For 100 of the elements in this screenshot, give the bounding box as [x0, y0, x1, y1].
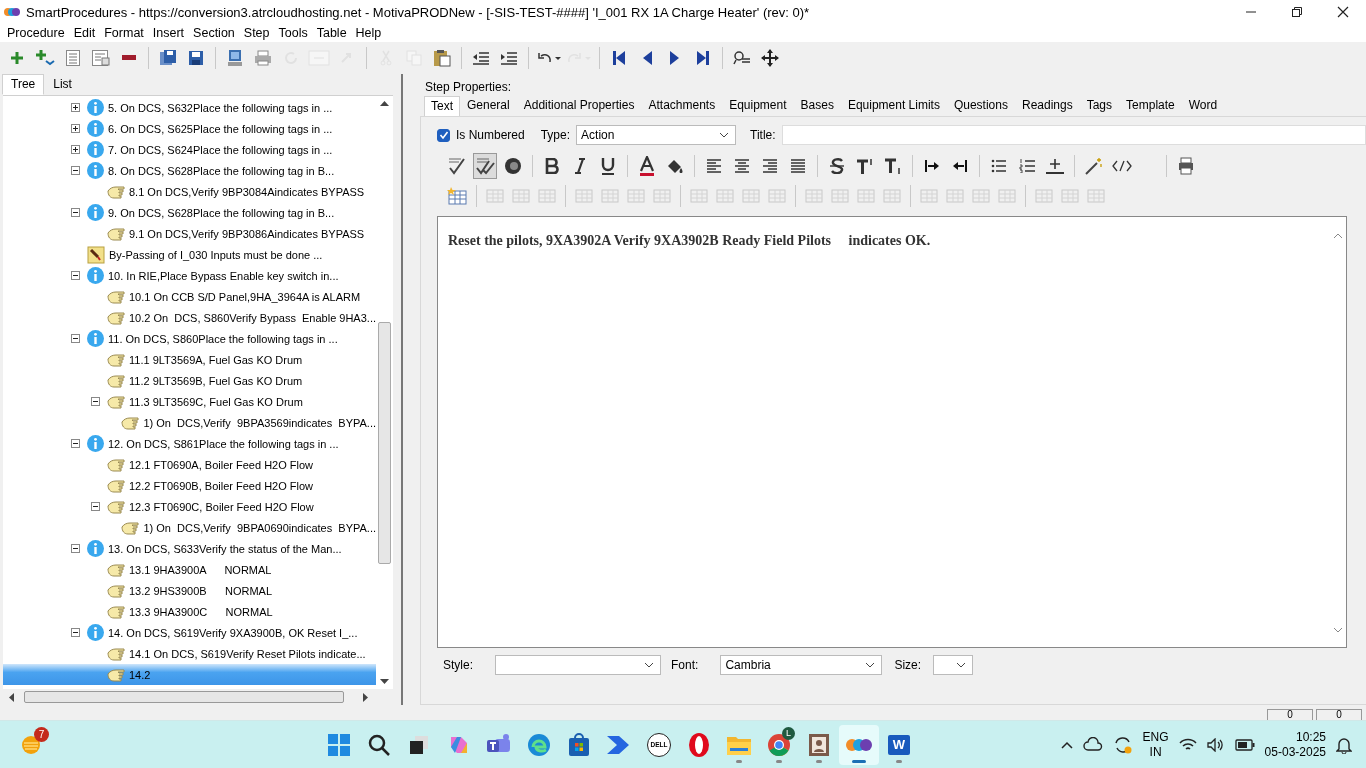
taskbar-app[interactable] — [839, 724, 879, 765]
tree-row[interactable]: 13.2 9HS3900B NORMAL — [3, 580, 376, 601]
properties-tab[interactable]: Attachments — [641, 95, 723, 116]
selected-tree-row[interactable]: 14.2 — [3, 664, 376, 685]
battery-icon[interactable] — [1234, 738, 1255, 751]
menu-item[interactable]: Section — [189, 26, 239, 40]
tree-row[interactable]: By-Passing of I_030 Inputs must be done ... — [3, 244, 376, 265]
scroll-left-icon[interactable] — [8, 692, 14, 702]
sync-icon[interactable] — [1112, 734, 1133, 755]
properties-tab[interactable]: Equipment Limits — [840, 95, 947, 116]
tree-row[interactable]: 6. On DCS, S625Place the following tags in ... — [3, 118, 376, 139]
pane-tab[interactable]: Tree — [2, 74, 45, 95]
scroll-down-icon[interactable] — [380, 679, 389, 685]
notification-bell-icon[interactable] — [1336, 735, 1352, 754]
pane-tab[interactable]: List — [44, 74, 81, 95]
properties-tab[interactable]: Readings — [1014, 95, 1080, 116]
tree-row[interactable]: 13.1 9HA3900A NORMAL — [3, 559, 376, 580]
properties-tab[interactable]: Word — [1181, 95, 1225, 116]
tree-row[interactable]: 1) On DCS,Verify 9BPA3569indicates BYPA... — [3, 412, 376, 433]
tree-item-label: By-Passing of I_030 Inputs must be done ... — [109, 248, 323, 261]
menu-item[interactable]: Step — [239, 26, 274, 40]
menu-item[interactable]: Help — [351, 26, 386, 40]
tree-row[interactable]: 12.1 FT0690A, Boiler Feed H2O Flow — [3, 454, 376, 475]
collapse-icon[interactable] — [71, 439, 80, 448]
tree-row[interactable]: 8. On DCS, S628Place the following tag in B... — [3, 160, 376, 181]
tree-item-label: 10.2 On DCS, S860Verify Bypass Enable 9HA3... — [128, 311, 376, 324]
collapse-icon[interactable] — [91, 502, 100, 511]
collapse-icon[interactable] — [71, 334, 80, 343]
properties-tab[interactable]: Tags — [1079, 95, 1120, 116]
scroll-up-icon[interactable] — [380, 100, 389, 106]
tree-row[interactable]: 14.1 On DCS, S619Verify Reset Pilots indicate... — [3, 643, 376, 664]
tree-row[interactable]: 12.3 FT0690C, Boiler Feed H2O Flow — [3, 496, 376, 517]
tree-row[interactable]: 12.2 FT0690B, Boiler Feed H2O Flow — [3, 475, 376, 496]
browser-icon — [767, 732, 791, 757]
collapse-icon[interactable] — [71, 628, 80, 637]
tree-row[interactable]: 13.3 9HA3900C NORMAL — [3, 601, 376, 622]
tree-item-label: 11.1 9LT3569A, Fuel Gas KO Drum — [129, 353, 303, 366]
pointing-hand-icon — [121, 520, 140, 535]
properties-tab[interactable]: General — [460, 95, 517, 116]
tree-row[interactable]: 9. On DCS, S628Place the following tag in B... — [3, 202, 376, 223]
pointing-hand-icon — [107, 352, 125, 367]
type-dropdown[interactable]: Action — [576, 125, 737, 145]
expand-icon[interactable] — [71, 145, 80, 154]
properties-tab[interactable]: Equipment — [722, 95, 794, 116]
menu-item[interactable]: Format — [100, 26, 148, 40]
section-heading: Step Properties: — [424, 80, 513, 96]
tree-row[interactable]: 11.2 9LT3569B, Fuel Gas KO Drum — [3, 370, 376, 391]
tree-row[interactable]: 11. On DCS, S860Place the following tags in ... — [3, 328, 376, 349]
scroll-right-icon[interactable] — [363, 692, 369, 702]
title-field[interactable] — [781, 125, 1366, 145]
language-indicator[interactable]: ENG IN — [1142, 729, 1169, 760]
expand-icon[interactable] — [71, 124, 80, 133]
tree-item-label: 13.2 9HS3900B NORMAL — [129, 584, 273, 597]
tree-row[interactable]: 11.3 9LT3569C, Fuel Gas KO Drum — [3, 391, 376, 412]
font-dropdown[interactable]: Cambria — [720, 655, 883, 675]
tree-item-label: 8. On DCS, S628Place the following tag in B... — [108, 164, 335, 177]
pointing-hand-icon — [107, 394, 125, 409]
collapse-icon[interactable] — [71, 208, 80, 217]
tree-row[interactable]: 1) On DCS,Verify 9BPA0690indicates BYPA... — [3, 517, 376, 538]
wifi-icon[interactable] — [1178, 737, 1197, 752]
speaker-icon[interactable] — [1206, 737, 1225, 752]
field-label: Type: — [540, 128, 571, 142]
properties-tab[interactable]: Questions — [946, 95, 1015, 116]
taskbar-app[interactable]: L — [759, 724, 799, 765]
properties-tab[interactable]: Template — [1119, 95, 1182, 116]
properties-tab[interactable]: Bases — [793, 95, 841, 116]
tree-row[interactable]: 14. On DCS, S619Verify 9XA3900B, OK Reset I_... — [3, 622, 376, 643]
field-label: Title: — [750, 128, 776, 142]
collapse-icon[interactable] — [91, 397, 100, 406]
collapse-icon[interactable] — [71, 544, 80, 553]
collapse-icon[interactable] — [71, 166, 80, 175]
taskbar-app[interactable]: W — [879, 724, 919, 765]
menu-item[interactable]: Procedure — [3, 26, 69, 40]
collapse-icon[interactable] — [71, 271, 80, 280]
menu-item[interactable]: Edit — [69, 26, 100, 40]
tree-row[interactable]: 8.1 On DCS,Verify 9BP3084Aindicates BYPASS — [3, 181, 376, 202]
spellcheck-all-icon[interactable] — [473, 153, 497, 179]
pointing-hand-icon — [107, 289, 125, 304]
expand-icon[interactable] — [71, 103, 80, 112]
tree-row[interactable]: 7. On DCS, S624Place the following tags in ... — [3, 139, 376, 160]
properties-tab[interactable]: Text — [424, 96, 460, 116]
properties-tab[interactable]: Additional Properties — [516, 95, 642, 116]
menu-item[interactable]: Tools — [274, 26, 312, 40]
checkbox[interactable] — [437, 128, 450, 142]
tree-row[interactable]: 10. In RIE,Place Bypass Enable key switch in... — [3, 265, 376, 286]
tree-row[interactable]: 9.1 On DCS,Verify 9BP3086Aindicates BYPASS — [3, 223, 376, 244]
chevron-down-icon — [644, 662, 654, 668]
clock[interactable]: 10:25 05-03-2025 — [1264, 729, 1326, 760]
tree-row[interactable]: 13. On DCS, S633Verify the status of the Man... — [3, 538, 376, 559]
cloud-icon[interactable] — [1082, 736, 1103, 753]
store-bag-icon — [567, 732, 591, 757]
tree-row[interactable]: 5. On DCS, S632Place the following tags in ... — [3, 97, 376, 118]
tree-row[interactable]: 11.1 9LT3569A, Fuel Gas KO Drum — [3, 349, 376, 370]
menu-item[interactable]: Insert — [148, 26, 189, 40]
tree-item-label: 13. On DCS, S633Verify the status of the Man... — [108, 542, 342, 555]
tree-row[interactable]: 10.2 On DCS, S860Verify Bypass Enable 9HA3... — [3, 307, 376, 328]
tree-row[interactable]: 12. On DCS, S861Place the following tags in ... — [3, 433, 376, 454]
tree-row[interactable]: 10.1 On CCB S/D Panel,9HA_3964A is ALARM — [3, 286, 376, 307]
chevron-up-icon[interactable] — [1060, 740, 1073, 749]
menu-item[interactable]: Table — [312, 26, 351, 40]
